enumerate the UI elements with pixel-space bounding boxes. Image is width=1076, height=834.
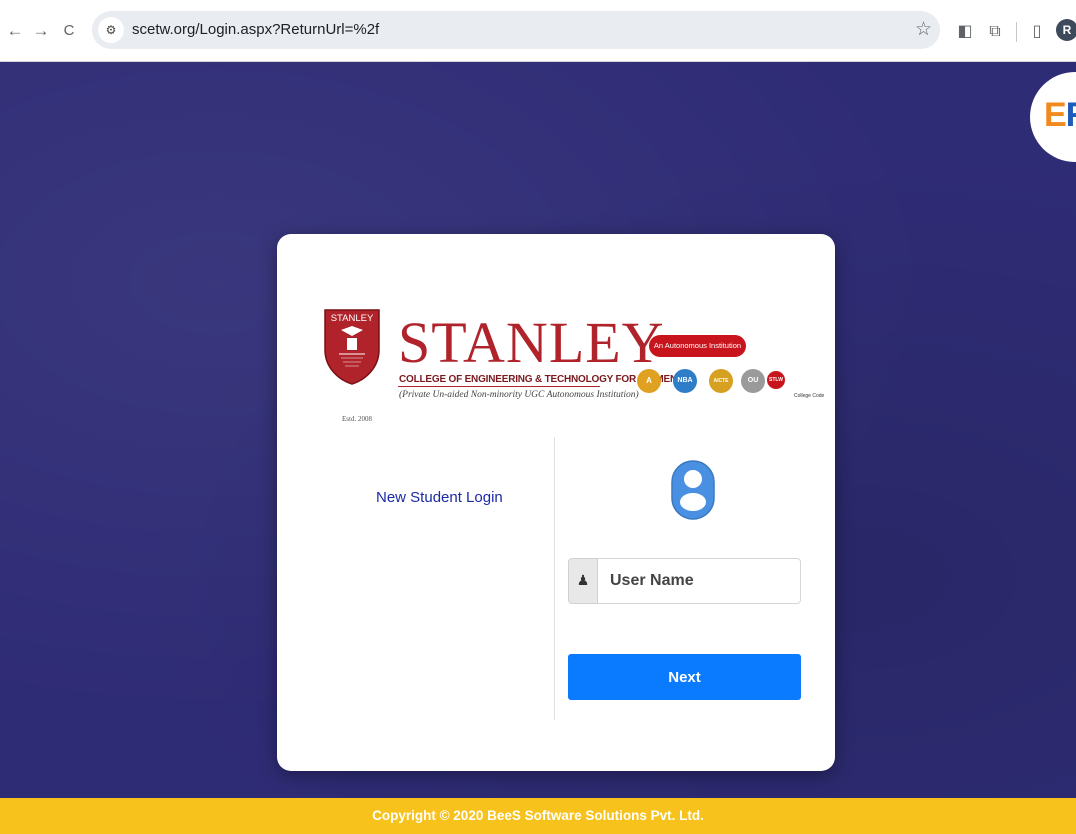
reload-icon[interactable]: C xyxy=(58,20,80,42)
forward-icon[interactable]: → xyxy=(30,20,52,42)
address-bar[interactable]: ⚙ scetw.org/Login.aspx?ReturnUrl=%2f ☆ xyxy=(92,11,940,49)
college-code-logo: STLW xyxy=(767,371,785,389)
site-info-icon[interactable]: ⚙ xyxy=(98,17,124,43)
username-input-group: ♟ xyxy=(568,558,801,604)
side-panel-icon[interactable]: ▯ xyxy=(1026,20,1048,42)
user-avatar-icon xyxy=(671,460,715,520)
back-icon[interactable]: ← xyxy=(4,20,26,42)
user-icon: ♟ xyxy=(568,558,598,604)
extensions-puzzle-icon[interactable]: ⧉ xyxy=(984,20,1006,42)
card-divider xyxy=(554,437,555,720)
url-text[interactable]: scetw.org/Login.aspx?ReturnUrl=%2f xyxy=(132,21,379,38)
new-student-login-link[interactable]: New Student Login xyxy=(376,489,503,506)
footer-copyright: Copyright © 2020 BeeS Software Solutions… xyxy=(0,798,1076,834)
next-button[interactable]: Next xyxy=(568,654,801,700)
naac-a-logo: A xyxy=(637,369,661,393)
established-year: Estd. 2008 xyxy=(342,415,372,423)
profile-avatar[interactable]: R xyxy=(1056,19,1076,41)
aicte-logo: AICTE xyxy=(709,369,733,393)
ou-logo: OU xyxy=(741,369,765,393)
college-name: STANLEY xyxy=(398,310,665,375)
erp-logo-text: ER xyxy=(1044,96,1076,134)
college-full-name: COLLEGE OF ENGINEERING & TECHNOLOGY FOR … xyxy=(399,374,678,385)
college-code-label: College Code xyxy=(794,393,825,399)
toolbar-separator xyxy=(1016,22,1017,42)
crest-text: STANLEY xyxy=(331,313,374,324)
username-input[interactable] xyxy=(598,558,801,604)
college-tagline: (Private Un-aided Non-minority UGC Auton… xyxy=(399,390,639,400)
autonomous-badge: An Autonomous Institution xyxy=(649,335,746,357)
extension-icon[interactable]: ◧ xyxy=(954,20,976,42)
bookmark-star-icon[interactable]: ☆ xyxy=(915,18,932,40)
logo-rule xyxy=(398,386,600,387)
college-crest-logo: STANLEY xyxy=(324,309,380,385)
nba-logo: NBA xyxy=(673,369,697,393)
browser-toolbar: ← → C ⚙ scetw.org/Login.aspx?ReturnUrl=%… xyxy=(0,0,1076,62)
login-card: STANLEY Estd. 2008 STANLEY COLLEGE OF EN… xyxy=(277,234,835,771)
